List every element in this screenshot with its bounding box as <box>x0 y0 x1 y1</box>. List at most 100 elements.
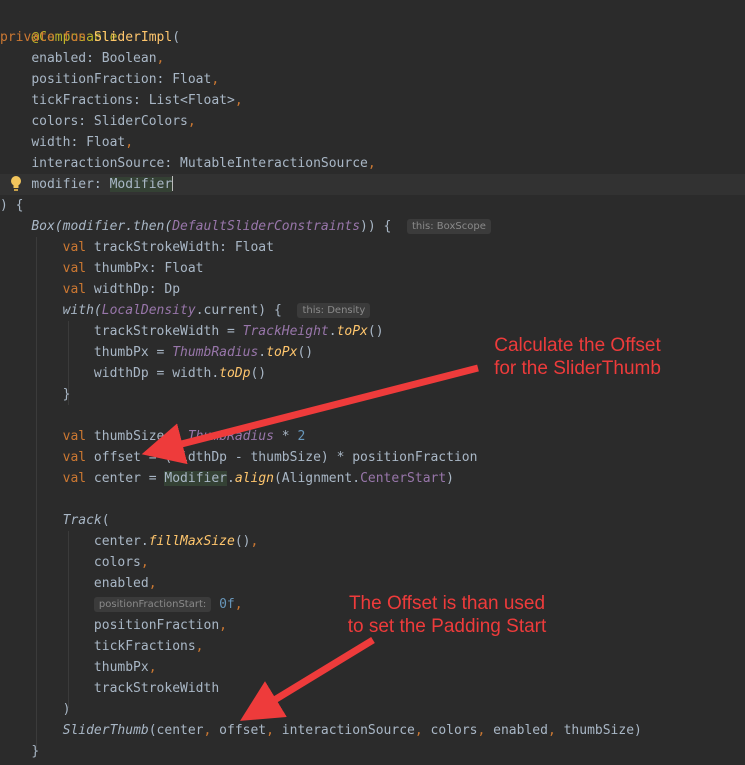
code-token: ( <box>101 513 110 528</box>
comma: , <box>203 723 220 738</box>
code-editor[interactable]: @Composable private fun SliderImpl( enab… <box>0 0 745 765</box>
constant-token: DefaultSliderConstraints <box>172 219 361 234</box>
function-call: align <box>234 471 274 486</box>
code-line: Box(modifier.then(DefaultSliderConstrain… <box>0 216 491 237</box>
comma: , <box>156 51 165 66</box>
comma: , <box>148 576 157 591</box>
code-token: thumbSize = <box>86 429 188 444</box>
code-token: * <box>273 429 298 444</box>
code-token: trackStrokeWidth <box>93 681 220 696</box>
enum-constant: CenterStart <box>360 471 447 486</box>
keyword: val <box>62 240 87 255</box>
code-token: enabled <box>93 576 149 591</box>
keyword: val <box>62 282 87 297</box>
function-call: Track <box>62 513 102 528</box>
code-token: thumbPx <box>93 660 149 675</box>
code-line: width: Float, <box>0 132 133 153</box>
code-line: colors, <box>0 552 149 573</box>
code-token: } <box>62 387 71 402</box>
inlay-hint: this: BoxScope <box>407 219 491 234</box>
code-line: positionFraction: Float, <box>0 69 219 90</box>
code-token: ) <box>62 702 71 717</box>
code-token: (Alignment. <box>273 471 361 486</box>
code-line: SliderThumb(center, offset, interactionS… <box>0 720 642 741</box>
function-name: SliderImpl <box>93 30 173 45</box>
code-token: . <box>328 324 337 339</box>
code-line: enabled: Boolean, <box>0 48 164 69</box>
keyword: val <box>62 429 87 444</box>
code-token: () <box>367 324 384 339</box>
code-line: tickFractions, <box>0 636 204 657</box>
code-token: () <box>250 366 267 381</box>
code-token: offset = (widthDp - thumbSize) * positio… <box>86 450 478 465</box>
code-line: } <box>0 741 39 762</box>
type-token: Modifier <box>109 177 173 192</box>
function-call: fillMaxSize <box>148 534 235 549</box>
code-token: )) { <box>360 219 392 234</box>
code-line: widthDp = width.toDp() <box>0 363 266 384</box>
constant-token: ThumbRadius <box>172 345 259 360</box>
padding-callout: The Offset is than used to set the Paddi… <box>347 593 547 637</box>
constant-token: LocalDensity <box>101 303 196 318</box>
code-line: val offset = (widthDp - thumbSize) * pos… <box>0 447 478 468</box>
code-token: interactionSource <box>281 723 415 738</box>
keyword: private <box>0 30 55 45</box>
text-caret <box>172 176 174 191</box>
code-line: val thumbSize = ThumbRadius * 2 <box>0 426 306 447</box>
comma: , <box>234 93 243 108</box>
code-token: enabled: Boolean <box>31 51 157 66</box>
code-token: trackStrokeWidth: Float <box>86 240 274 255</box>
function-call: SliderThumb <box>62 723 149 738</box>
code-line: with(LocalDensity.current) { this: Densi… <box>0 300 371 321</box>
code-token: enabled <box>493 723 548 738</box>
keyword: val <box>62 471 87 486</box>
code-token: thumbSize) <box>563 723 642 738</box>
function-call: toDp <box>219 366 251 381</box>
code-token: tickFractions <box>93 639 196 654</box>
comma: , <box>367 156 376 171</box>
code-line: } <box>0 384 71 405</box>
constant-token: TrackHeight <box>242 324 329 339</box>
number-literal: 0f <box>219 597 235 612</box>
lightbulb-icon[interactable] <box>9 175 23 193</box>
code-token: thumbPx: Float <box>86 261 204 276</box>
comma: , <box>547 723 564 738</box>
code-token: colors: SliderColors <box>31 114 188 129</box>
code-token: colors <box>93 555 141 570</box>
code-line: center.fillMaxSize(), <box>0 531 258 552</box>
code-token: Box(modifier.then( <box>31 219 173 234</box>
code-token: thumbPx = <box>93 345 173 360</box>
code-token: tickFractions: List<Float> <box>31 93 235 108</box>
code-token: interactionSource: MutableInteractionSou… <box>31 156 368 171</box>
code-line: @Composable <box>0 6 117 45</box>
code-token: with( <box>62 303 102 318</box>
code-line: colors: SliderColors, <box>0 111 195 132</box>
function-call: toPx <box>266 345 298 360</box>
code-token: () <box>234 534 251 549</box>
code-token: center. <box>93 534 149 549</box>
comma: , <box>266 723 282 738</box>
comma: , <box>477 723 494 738</box>
code-token: (center <box>148 723 204 738</box>
code-line: tickFractions: List<Float>, <box>0 90 243 111</box>
code-token: center = <box>86 471 165 486</box>
comma: , <box>234 597 243 612</box>
code-token: . <box>227 471 235 486</box>
code-token: } <box>31 744 40 759</box>
code-line: val widthDp: Dp <box>0 279 180 300</box>
code-token: colors <box>430 723 478 738</box>
code-line: thumbPx = ThumbRadius.toPx() <box>0 342 313 363</box>
code-line: trackStrokeWidth <box>0 678 219 699</box>
code-token: ( <box>172 30 181 45</box>
inlay-hint: this: Density <box>297 303 371 318</box>
code-line: val trackStrokeWidth: Float <box>0 237 274 258</box>
type-token: Modifier <box>164 471 228 486</box>
comma: , <box>219 618 227 633</box>
current-line[interactable]: modifier: Modifier <box>0 174 745 195</box>
code-line: ) <box>0 699 71 720</box>
code-token: widthDp: Dp <box>86 282 181 297</box>
code-token: . <box>258 345 267 360</box>
code-token: offset <box>219 723 267 738</box>
comma: , <box>148 660 157 675</box>
code-line: positionFractionStart: 0f, <box>0 594 243 615</box>
